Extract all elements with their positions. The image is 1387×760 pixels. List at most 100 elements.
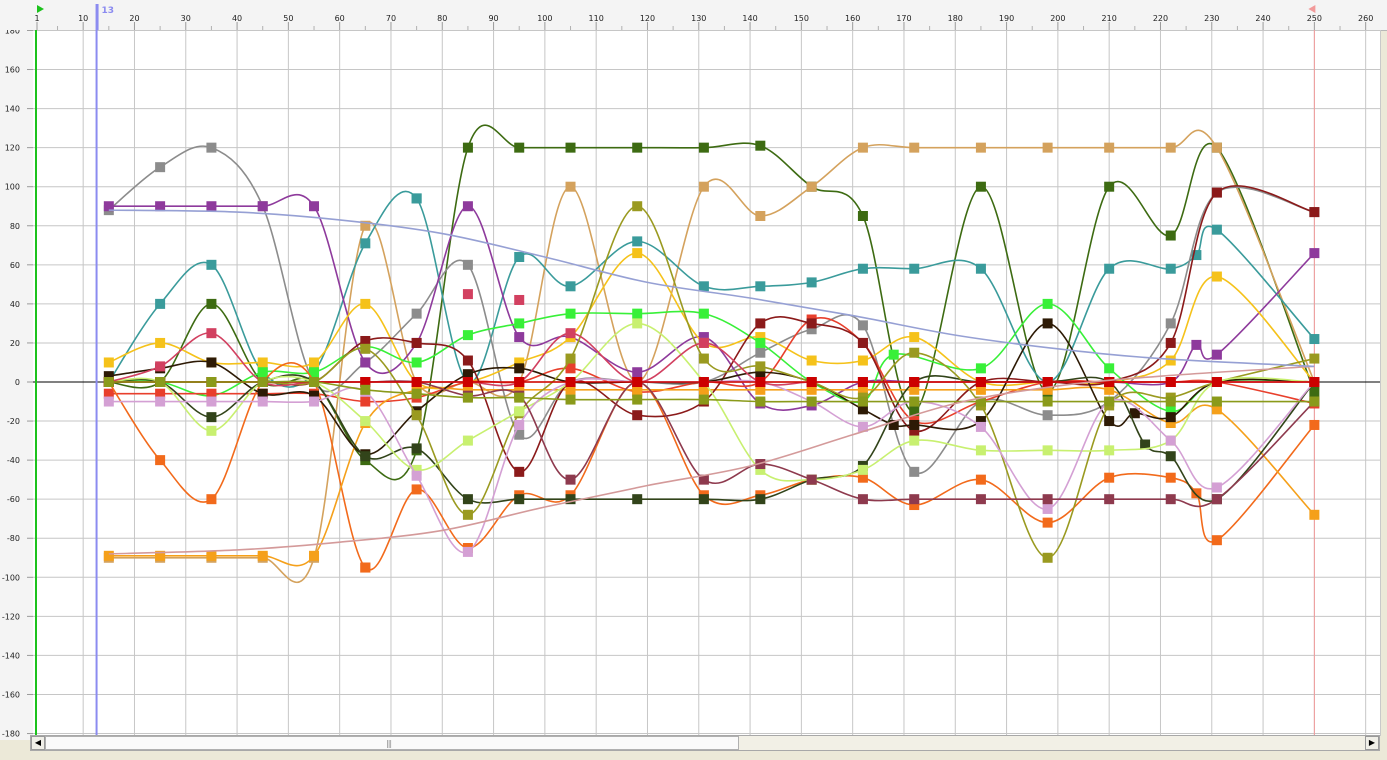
- keyframe-handle[interactable]: [632, 394, 643, 405]
- keyframe-handle[interactable]: [632, 367, 643, 378]
- keyframe-handle[interactable]: [1309, 419, 1320, 430]
- keyframe-handle[interactable]: [909, 435, 920, 446]
- keyframe-handle[interactable]: [806, 277, 817, 288]
- keyframe-handle[interactable]: [103, 357, 114, 368]
- keyframe-handle[interactable]: [1104, 396, 1115, 407]
- keyframe-handle[interactable]: [1104, 263, 1115, 274]
- keyframe-handle[interactable]: [632, 308, 643, 319]
- keyframe-handle[interactable]: [1042, 318, 1053, 329]
- keyframe-handle[interactable]: [1165, 451, 1176, 462]
- keyframe-handle[interactable]: [565, 308, 576, 319]
- keyframe-handle[interactable]: [206, 298, 217, 309]
- keyframe-handle[interactable]: [1104, 494, 1115, 505]
- keyframe-handle[interactable]: [155, 396, 166, 407]
- keyframe-handle[interactable]: [565, 328, 576, 339]
- keyframe-handle[interactable]: [360, 416, 371, 427]
- keyframe-handle[interactable]: [857, 210, 868, 221]
- keyframe-handle[interactable]: [155, 377, 166, 387]
- keyframe-handle[interactable]: [1211, 224, 1222, 235]
- keyframe-handle[interactable]: [257, 357, 268, 368]
- keyframe-handle[interactable]: [857, 263, 868, 274]
- keyframe-handle[interactable]: [1042, 494, 1053, 505]
- keyframe-handle[interactable]: [1104, 142, 1115, 153]
- keyframe-handle[interactable]: [411, 484, 422, 495]
- keyframe-handle[interactable]: [1211, 377, 1222, 387]
- keyframe-handle[interactable]: [257, 550, 268, 561]
- keyframe-handle[interactable]: [462, 330, 473, 341]
- keyframe-handle[interactable]: [806, 474, 817, 485]
- keyframe-handle[interactable]: [462, 259, 473, 270]
- keyframe-handle[interactable]: [257, 377, 268, 387]
- frame-ruler[interactable]: 1 10 20 30 40 50 60 70 80 90 100 110 120 130 140 150 160…: [0, 0, 1387, 31]
- keyframe-handle[interactable]: [755, 281, 766, 292]
- keyframe-handle[interactable]: [1165, 230, 1176, 241]
- keyframe-handle[interactable]: [1309, 509, 1320, 520]
- keyframe-handle[interactable]: [206, 412, 217, 423]
- keyframe-handle[interactable]: [514, 466, 525, 477]
- keyframe-handle[interactable]: [857, 494, 868, 505]
- keyframe-handle[interactable]: [1309, 334, 1320, 345]
- keyframe-handle[interactable]: [698, 377, 709, 387]
- keyframe-handle[interactable]: [1165, 377, 1176, 387]
- keyframe-handle[interactable]: [1309, 396, 1320, 407]
- keyframe-handle[interactable]: [975, 421, 986, 432]
- keyframe-handle[interactable]: [309, 201, 320, 212]
- keyframe-handle[interactable]: [155, 162, 166, 173]
- keyframe-handle[interactable]: [462, 355, 473, 366]
- keyframe-handle[interactable]: [1104, 377, 1115, 387]
- keyframe-handle[interactable]: [155, 361, 166, 372]
- keyframe-handle[interactable]: [360, 396, 371, 407]
- keyframe-handle[interactable]: [975, 363, 986, 374]
- keyframe-handle[interactable]: [857, 464, 868, 475]
- keyframe-handle[interactable]: [975, 445, 986, 456]
- keyframe-handle[interactable]: [1042, 552, 1053, 563]
- keyframe-handle[interactable]: [103, 550, 114, 561]
- keyframe-handle[interactable]: [632, 142, 643, 153]
- keyframe-handle[interactable]: [206, 328, 217, 339]
- keyframe-handle[interactable]: [206, 377, 217, 387]
- keyframe-handle[interactable]: [206, 425, 217, 436]
- keyframe-handle[interactable]: [411, 337, 422, 348]
- keyframe-handle[interactable]: [1165, 472, 1176, 483]
- keyframe-handle[interactable]: [909, 419, 920, 430]
- keyframe-handle[interactable]: [975, 142, 986, 153]
- keyframe-handle[interactable]: [755, 396, 766, 407]
- keyframe-handle[interactable]: [514, 377, 525, 387]
- keyframe-handle[interactable]: [1165, 263, 1176, 274]
- keyframe-handle[interactable]: [309, 377, 320, 387]
- keyframe-handle[interactable]: [909, 466, 920, 477]
- keyframe-handle[interactable]: [975, 474, 986, 485]
- keyframe-handle[interactable]: [857, 355, 868, 366]
- keyframe-handle[interactable]: [1165, 435, 1176, 446]
- keyframe-handle[interactable]: [206, 357, 217, 368]
- keyframe-handle[interactable]: [909, 494, 920, 505]
- keyframe-handle[interactable]: [462, 201, 473, 212]
- keyframe-handle[interactable]: [1165, 396, 1176, 407]
- keyframe-handle[interactable]: [1104, 363, 1115, 374]
- keyframe-handle[interactable]: [698, 353, 709, 364]
- keyframe-handle[interactable]: [206, 142, 217, 153]
- keyframe-handle[interactable]: [411, 193, 422, 204]
- keyframe-handle[interactable]: [909, 263, 920, 274]
- keyframe-handle[interactable]: [257, 396, 268, 407]
- keyframe-handle[interactable]: [514, 363, 525, 374]
- keyframe-handle[interactable]: [1104, 181, 1115, 192]
- keyframe-handle[interactable]: [1165, 355, 1176, 366]
- keyframe-handle[interactable]: [698, 281, 709, 292]
- keyframe-handle[interactable]: [975, 377, 986, 387]
- keyframe-handle[interactable]: [1042, 396, 1053, 407]
- keyframe-handle[interactable]: [1042, 517, 1053, 528]
- keyframe-handle[interactable]: [360, 343, 371, 354]
- keyframe-handle[interactable]: [1211, 187, 1222, 198]
- keyframe-handle[interactable]: [909, 396, 920, 407]
- keyframe-handle[interactable]: [206, 494, 217, 505]
- keyframe-handle[interactable]: [462, 289, 473, 300]
- keyframe-handle[interactable]: [755, 377, 766, 387]
- keyframe-handle[interactable]: [806, 181, 817, 192]
- keyframe-handle[interactable]: [755, 347, 766, 358]
- keyframe-handle[interactable]: [565, 394, 576, 405]
- keyframe-handle[interactable]: [1042, 503, 1053, 514]
- keyframe-handle[interactable]: [360, 357, 371, 368]
- keyframe-handle[interactable]: [411, 357, 422, 368]
- keyframe-handle[interactable]: [514, 142, 525, 153]
